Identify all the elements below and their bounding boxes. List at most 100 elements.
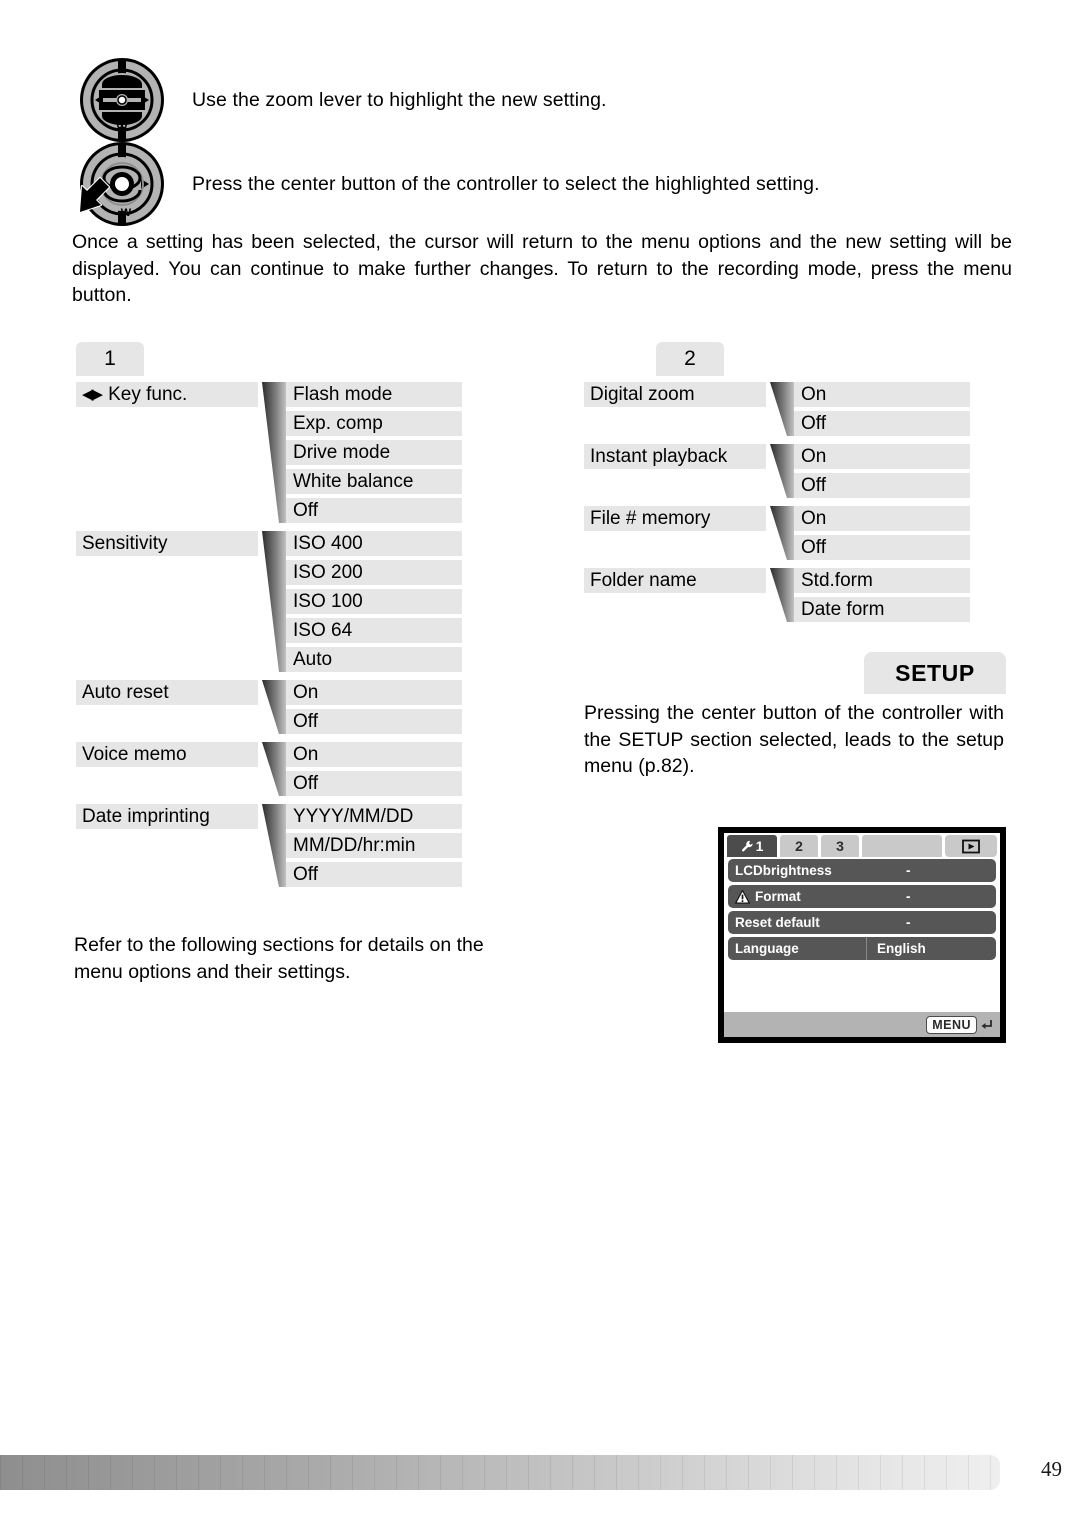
menu-option-row[interactable]: White balance xyxy=(286,469,462,494)
footer-tick-marks xyxy=(0,1455,1000,1490)
menu-option-row[interactable]: Std.form xyxy=(794,568,970,593)
menu-option-row[interactable]: Date form xyxy=(794,597,970,622)
menu-connector-wedge xyxy=(770,382,794,436)
lcd-row-label-text: Reset default xyxy=(735,915,820,930)
menu-option-row[interactable]: On xyxy=(286,680,462,705)
menu-group-label[interactable]: Date imprinting xyxy=(76,804,258,829)
menu-group-label-text: Key func. xyxy=(108,383,188,405)
lcd-menu-row[interactable]: LCDbrightness - xyxy=(728,859,996,882)
menu-group-label-text: Date imprinting xyxy=(82,805,210,827)
menu-option-row[interactable]: MM/DD/hr:min xyxy=(286,833,462,858)
lcd-tab-label: 1 xyxy=(755,838,764,854)
lcd-tab-label: 2 xyxy=(795,838,803,854)
menu-group-label-text: Folder name xyxy=(590,569,697,591)
menu-group-label[interactable]: Sensitivity xyxy=(76,531,258,556)
footer-gradient-bar xyxy=(0,1455,1000,1490)
menu-option-row[interactable]: ISO 64 xyxy=(286,618,462,643)
menu-connector-wedge xyxy=(262,680,286,734)
lcd-row-value: - xyxy=(906,915,911,930)
menu-option-list: On Off xyxy=(794,382,970,440)
menu-option-list: ISO 400 ISO 200 ISO 100 ISO 64 Auto xyxy=(286,531,462,676)
menu-option-row[interactable]: ISO 200 xyxy=(286,560,462,585)
menu-option-list: YYYY/MM/DD MM/DD/hr:min Off xyxy=(286,804,462,891)
menu-group-label[interactable]: File # memory xyxy=(584,506,766,531)
menu-option-row[interactable]: Flash mode xyxy=(286,382,462,407)
menu-group-label[interactable]: Auto reset xyxy=(76,680,258,705)
return-arrow-icon xyxy=(980,1018,994,1032)
refer-paragraph: Refer to the following sections for deta… xyxy=(74,934,484,983)
instruction-row-center-button: W Press the center button of the control… xyxy=(78,140,820,228)
menu-group: Auto reset On Off xyxy=(76,680,476,738)
menu-option-row[interactable]: Drive mode xyxy=(286,440,462,465)
lcd-tab-2[interactable]: 2 xyxy=(780,835,818,857)
lcd-menu-button[interactable]: MENU xyxy=(926,1015,977,1034)
lcd-tab-1[interactable]: 1 xyxy=(727,835,777,857)
menu-option-row[interactable]: ISO 100 xyxy=(286,589,462,614)
controller-zoom-lever-icon: W xyxy=(78,56,166,144)
lcd-row-value: - xyxy=(906,863,911,878)
menu-group-label[interactable]: Instant playback xyxy=(584,444,766,469)
lcd-menu-row[interactable]: Format - xyxy=(728,885,996,908)
menu-option-row[interactable]: Off xyxy=(286,709,462,734)
menu-option-list: On Off xyxy=(794,444,970,502)
wrench-icon xyxy=(741,840,754,853)
menu-group-label[interactable]: Voice memo xyxy=(76,742,258,767)
menu-option-row[interactable]: On xyxy=(794,444,970,469)
menu-connector-wedge xyxy=(770,444,794,498)
lcd-row-label: Format xyxy=(728,889,866,904)
menu-option-row[interactable]: On xyxy=(286,742,462,767)
menu-connector-wedge xyxy=(262,804,286,887)
lcd-setup-menu-screenshot: 123 LCDbrightness - Format - Reset default - L… xyxy=(718,827,1006,1043)
svg-text:W: W xyxy=(117,123,128,135)
menu-option-row[interactable]: Off xyxy=(794,411,970,436)
menu-option-row[interactable]: Off xyxy=(794,535,970,560)
instruction-text: Use the zoom lever to highlight the new … xyxy=(192,89,607,111)
menu-option-row[interactable]: Auto xyxy=(286,647,462,672)
menu-group: Date imprinting YYYY/MM/DD MM/DD/hr:min Off xyxy=(76,804,476,891)
menu-group-label-text: Sensitivity xyxy=(82,532,168,554)
setup-tab: SETUP xyxy=(864,652,1006,694)
lcd-menu-row[interactable]: Language English xyxy=(728,937,996,960)
menu-option-row[interactable]: Off xyxy=(794,473,970,498)
lcd-footer: MENU xyxy=(724,1012,1000,1037)
menu-option-row[interactable]: On xyxy=(794,506,970,531)
lcd-menu-row[interactable]: Reset default - xyxy=(728,911,996,934)
menu-connector-wedge xyxy=(262,742,286,796)
lcd-tab-3[interactable]: 3 xyxy=(821,835,859,857)
lcd-row-label-text: Language xyxy=(735,941,799,956)
left-right-arrows-icon: ◀▶ xyxy=(82,386,103,403)
lcd-menu-rows: LCDbrightness - Format - Reset default - Langu… xyxy=(724,857,1000,960)
menu-group-label-text: Voice memo xyxy=(82,743,187,765)
menu-connector-wedge xyxy=(770,568,794,622)
lcd-tab-bar: 1 2 3 xyxy=(724,833,1000,857)
menu-option-row[interactable]: YYYY/MM/DD xyxy=(286,804,462,829)
menu-option-row[interactable]: On xyxy=(794,382,970,407)
instruction-row-zoom-lever: W Use the zoom lever to highlight the ne… xyxy=(78,56,607,144)
lcd-tab-label: 3 xyxy=(836,838,844,854)
menu-option-row[interactable]: Off xyxy=(286,771,462,796)
menu-option-row[interactable]: ISO 400 xyxy=(286,531,462,556)
controller-center-button-icon: W xyxy=(78,140,166,228)
intro-paragraph: Once a setting has been selected, the cu… xyxy=(72,231,1012,306)
menu-group-label[interactable]: Folder name xyxy=(584,568,766,593)
menu-option-row[interactable]: Off xyxy=(286,498,462,523)
menu-connector-wedge xyxy=(770,506,794,560)
menu-option-list: Flash mode Exp. comp Drive mode White balan… xyxy=(286,382,462,527)
menu-group-label[interactable]: Digital zoom xyxy=(584,382,766,407)
menu-option-list: Std.form Date form xyxy=(794,568,970,626)
menu-group-label-text: Auto reset xyxy=(82,681,169,703)
menu-group-label[interactable]: ◀▶ Key func. xyxy=(76,382,258,407)
warning-triangle-icon xyxy=(735,889,750,904)
lcd-row-label-text: Format xyxy=(755,889,801,904)
playback-icon[interactable] xyxy=(945,835,997,857)
menu-option-list: On Off xyxy=(794,506,970,564)
menu-option-row[interactable]: Off xyxy=(286,862,462,887)
menu-column-tab: 1 xyxy=(76,342,144,376)
menu-group-label-text: Instant playback xyxy=(590,445,728,467)
menu-group: Sensitivity ISO 400 ISO 200 ISO 100 ISO 64 Au… xyxy=(76,531,476,676)
menu-option-row[interactable]: Exp. comp xyxy=(286,411,462,436)
lcd-row-label: LCDbrightness xyxy=(728,863,866,878)
menu-connector-wedge xyxy=(262,382,286,523)
menu-column-tab: 2 xyxy=(656,342,724,376)
instruction-text: Press the center button of the controlle… xyxy=(192,173,820,195)
